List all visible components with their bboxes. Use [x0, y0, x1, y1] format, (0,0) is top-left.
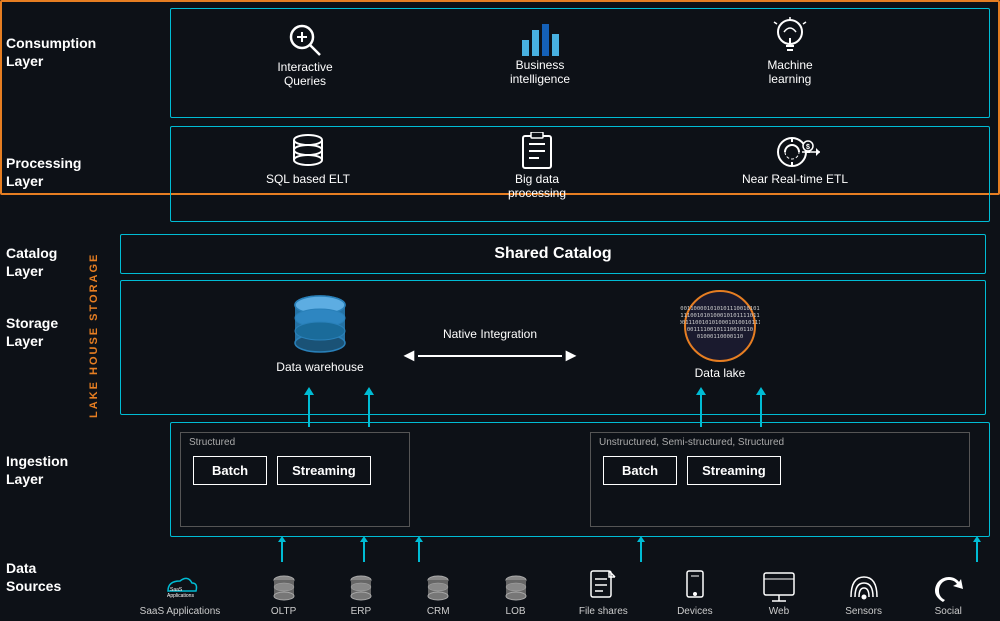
chart-icon — [520, 20, 560, 58]
ingestion-right-panel: Unstructured, Semi-structured, Structure… — [590, 432, 970, 527]
arrow-ingestion-warehouse — [308, 387, 310, 427]
erp-label: ERP — [351, 606, 372, 617]
processing-layer-label: Processing Layer — [0, 150, 100, 194]
ingestion-left-label: Structured — [181, 433, 409, 452]
ingestion-right-label: Unstructured, Semi-structured, Structure… — [591, 433, 969, 452]
arrow-erp — [415, 536, 423, 562]
big-data-group: Big dataprocessing — [482, 132, 592, 200]
arrow-ingestion-lake — [700, 387, 702, 427]
crm-label: CRM — [427, 606, 450, 617]
data-warehouse-icon — [285, 290, 355, 360]
sql-elt-group: SQL based ELT — [248, 132, 368, 186]
datasources-row: SaaS Applications SaaS Applications OLTP — [115, 569, 990, 617]
arrow-ingestion-warehouse2 — [368, 387, 370, 427]
oltp-label: OLTP — [271, 606, 296, 617]
web-icon — [762, 569, 796, 603]
near-realtime-group: $ Near Real-time ETL — [730, 132, 860, 186]
lightbulb-icon — [771, 16, 809, 58]
business-intelligence-label: Businessintelligence — [510, 58, 570, 86]
social-label: Social — [935, 606, 962, 617]
arrow-sensors — [973, 536, 981, 562]
erp: ERP — [347, 573, 375, 617]
storage-layer-label: StorageLayer — [0, 310, 100, 354]
svg-text:100111001010100010100101110: 100111001010100010100101110 — [680, 320, 760, 326]
crm-icon — [424, 573, 452, 603]
data-processing-icon — [519, 132, 555, 172]
svg-text:$: $ — [806, 144, 810, 151]
devices-icon — [681, 569, 709, 603]
data-lake-label: Data lake — [695, 366, 746, 380]
oltp-icon — [270, 573, 298, 603]
file-shares-icon — [587, 569, 619, 603]
data-lake-group: 10011000010101011100101011 0111001010100… — [660, 286, 780, 380]
saas-icon: SaaS Applications — [162, 571, 198, 603]
svg-text:01000110000110: 01000110000110 — [697, 334, 743, 340]
database-icon — [290, 132, 326, 172]
sensors-label: Sensors — [845, 606, 882, 617]
datasources-layer-label: DataSources — [0, 555, 100, 599]
saas-label: SaaS Applications — [140, 606, 221, 617]
ingestion-left-batch-btn[interactable]: Batch — [193, 456, 267, 485]
sensors-icon — [846, 569, 882, 603]
devices-label: Devices — [677, 606, 713, 617]
saas-applications: SaaS Applications SaaS Applications — [140, 571, 221, 617]
ingestion-left-panel: Structured Batch Streaming — [180, 432, 410, 527]
svg-text:01110010101000101011110110: 01110010101000101011110110 — [680, 313, 760, 319]
data-lake-icon: 10011000010101011100101011 0111001010100… — [680, 286, 760, 366]
social-icon — [931, 571, 965, 603]
machine-learning-group: Machinelearning — [740, 16, 840, 86]
lob: LOB — [502, 573, 530, 617]
etl-icon: $ — [770, 132, 820, 172]
big-data-label: Big dataprocessing — [508, 172, 566, 200]
lakehouse-storage-label: LAKE HOUSE STORAGE — [88, 250, 100, 420]
sql-elt-label: SQL based ELT — [266, 172, 350, 186]
native-integration-arrow: Native Integration ◄ ► — [400, 327, 580, 366]
file-shares-label: File shares — [579, 606, 628, 617]
arrow-ingestion-lake2 — [760, 387, 762, 427]
interactive-queries-label: InteractiveQueries — [277, 60, 332, 88]
consumption-layer-label: Consumption Layer — [0, 30, 100, 74]
devices: Devices — [677, 569, 713, 617]
oltp: OLTP — [270, 573, 298, 617]
interactive-queries-group: InteractiveQueries — [255, 20, 355, 88]
search-icon — [285, 20, 325, 60]
svg-text:00111100101110010110: 00111100101110010110 — [687, 327, 753, 333]
native-integration-label: Native Integration — [400, 327, 580, 341]
social: Social — [931, 571, 965, 617]
lob-label: LOB — [506, 606, 526, 617]
ingestion-left-streaming-btn[interactable]: Streaming — [277, 456, 371, 485]
business-intelligence-group: Businessintelligence — [490, 20, 590, 86]
data-warehouse-group: Data warehouse — [260, 290, 380, 374]
ingestion-right-streaming-btn[interactable]: Streaming — [687, 456, 781, 485]
arrow-saas — [278, 536, 286, 562]
svg-text:10011000010101011100101011: 10011000010101011100101011 — [680, 306, 760, 312]
ingestion-layer-label: IngestionLayer — [0, 448, 100, 492]
sensors: Sensors — [845, 569, 882, 617]
arrow-oltp — [360, 536, 368, 562]
data-warehouse-label: Data warehouse — [276, 360, 363, 374]
diagram: Consumption Layer Processing Layer Catal… — [0, 0, 1000, 621]
lob-icon — [502, 573, 530, 603]
web-label: Web — [769, 606, 789, 617]
machine-learning-label: Machinelearning — [767, 58, 812, 86]
near-realtime-label: Near Real-time ETL — [742, 172, 848, 186]
file-shares: File shares — [579, 569, 628, 617]
ingestion-right-batch-btn[interactable]: Batch — [603, 456, 677, 485]
shared-catalog-label: Shared Catalog — [120, 236, 986, 272]
crm: CRM — [424, 573, 452, 617]
svg-text:Applications: Applications — [167, 593, 194, 599]
web: Web — [762, 569, 796, 617]
catalog-layer-label: CatalogLayer — [0, 240, 100, 284]
arrow-fileshares — [637, 536, 645, 562]
erp-icon — [347, 573, 375, 603]
